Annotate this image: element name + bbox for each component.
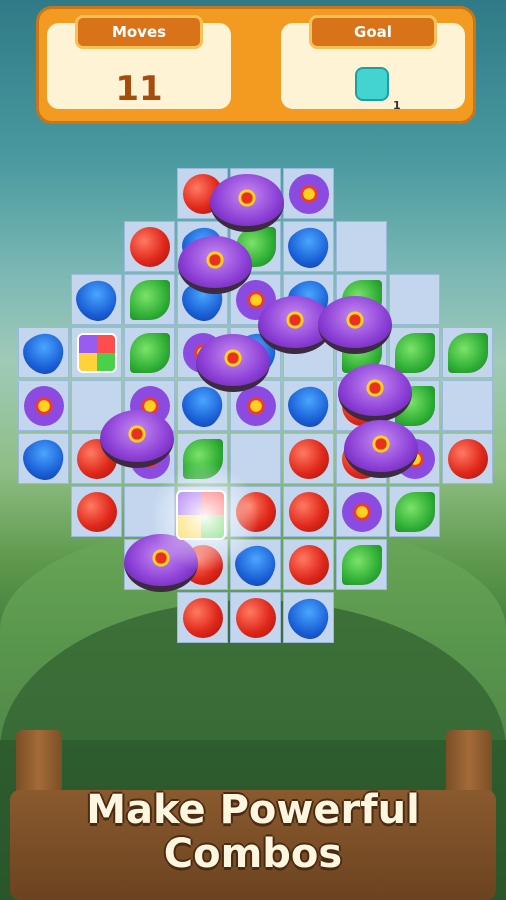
leaf-piece[interactable] <box>395 333 435 373</box>
flower-piece[interactable] <box>289 174 329 214</box>
apple-piece[interactable] <box>289 492 329 532</box>
apple-piece[interactable] <box>77 492 117 532</box>
flower-piece[interactable] <box>342 492 382 532</box>
leaf-piece[interactable] <box>130 280 170 320</box>
purple-blocker-piece[interactable] <box>196 334 270 392</box>
purple-blocker-piece[interactable] <box>338 364 412 422</box>
apple-piece[interactable] <box>236 598 276 638</box>
combo-flash <box>150 462 260 572</box>
tagline-line-1: Make Powerful <box>86 787 420 833</box>
leaf-piece[interactable] <box>395 492 435 532</box>
purple-blocker-piece[interactable] <box>100 410 174 468</box>
purple-blocker-piece[interactable] <box>318 296 392 354</box>
board-cell[interactable] <box>442 380 493 431</box>
apple-piece[interactable] <box>289 439 329 479</box>
leaf-piece[interactable] <box>342 545 382 585</box>
flower-piece[interactable] <box>236 386 276 426</box>
cube-piece[interactable] <box>77 333 117 373</box>
leaf-piece[interactable] <box>130 333 170 373</box>
purple-blocker-piece[interactable] <box>178 236 252 294</box>
board-cell[interactable] <box>336 221 387 272</box>
apple-piece[interactable] <box>289 545 329 585</box>
leaf-piece[interactable] <box>448 333 488 373</box>
flower-piece[interactable] <box>24 386 64 426</box>
tagline-line-2: Combos <box>163 831 343 877</box>
purple-blocker-piece[interactable] <box>344 420 418 478</box>
apple-piece[interactable] <box>183 598 223 638</box>
promo-sign: Make Powerful Combos <box>0 730 506 900</box>
tagline: Make Powerful Combos <box>0 788 506 876</box>
game-board[interactable] <box>0 0 506 660</box>
apple-piece[interactable] <box>130 227 170 267</box>
apple-piece[interactable] <box>448 439 488 479</box>
board-cell[interactable] <box>389 274 440 325</box>
purple-blocker-piece[interactable] <box>210 174 284 232</box>
